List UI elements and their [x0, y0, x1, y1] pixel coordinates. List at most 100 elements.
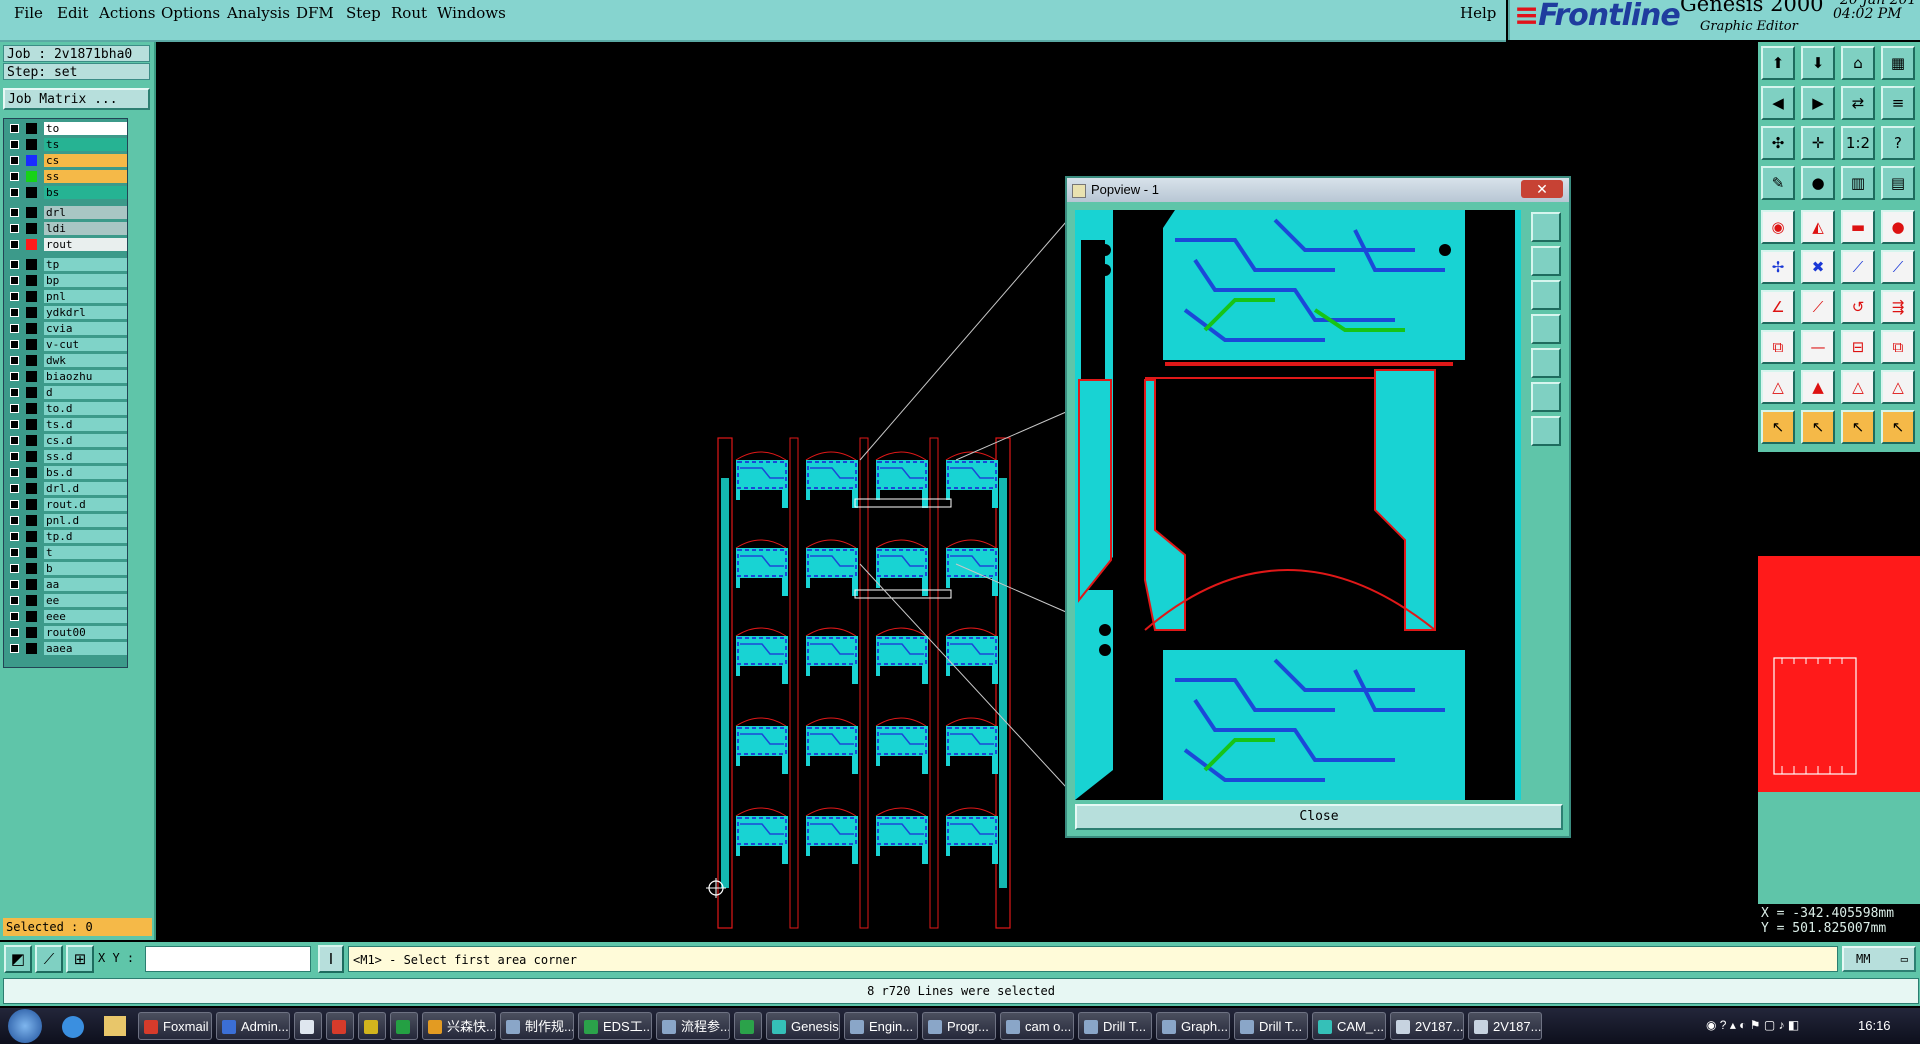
menu-analysis[interactable]: Analysis — [227, 4, 290, 22]
layer-row-pnl.d[interactable]: pnl.d — [6, 514, 127, 527]
toolbar-tool-4-0-icon[interactable]: ◉ — [1761, 210, 1795, 244]
layer-checkbox[interactable] — [10, 292, 19, 301]
menu-edit[interactable]: Edit — [57, 4, 88, 22]
layer-checkbox[interactable] — [10, 484, 19, 493]
toolbar-tool-4-2-icon[interactable]: ▬ — [1841, 210, 1875, 244]
layer-checkbox[interactable] — [10, 388, 19, 397]
layer-checkbox[interactable] — [10, 340, 19, 349]
layer-row-ts[interactable]: ts — [6, 138, 127, 151]
layer-checkbox[interactable] — [10, 124, 19, 133]
taskbar-item[interactable]: EDS工... — [578, 1012, 652, 1040]
toolbar-tool-5-3-icon[interactable]: ⟋ — [1881, 250, 1915, 284]
toolbar-tool-9-0-icon[interactable]: ↖ — [1761, 410, 1795, 444]
layer-row-rout00[interactable]: rout00 — [6, 626, 127, 639]
taskbar-item[interactable]: Genesis — [766, 1012, 840, 1040]
layer-checkbox[interactable] — [10, 452, 19, 461]
toolbar-tool-2-3-icon[interactable]: ? — [1881, 126, 1915, 160]
toolbar-tool-8-0-icon[interactable]: △ — [1761, 370, 1795, 404]
taskbar-item[interactable] — [294, 1012, 322, 1040]
taskbar-item[interactable] — [358, 1012, 386, 1040]
layer-row-drl.d[interactable]: drl.d — [6, 482, 127, 495]
toolbar-tool-8-2-icon[interactable]: △ — [1841, 370, 1875, 404]
layer-checkbox[interactable] — [10, 436, 19, 445]
layer-checkbox[interactable] — [10, 628, 19, 637]
grid-icon[interactable]: ⊞ — [66, 945, 94, 973]
menu-windows[interactable]: Windows — [437, 4, 506, 22]
layer-row-aa[interactable]: aa — [6, 578, 127, 591]
layer-row-biaozhu[interactable]: biaozhu — [6, 370, 127, 383]
layer-checkbox[interactable] — [10, 276, 19, 285]
layer-checkbox[interactable] — [10, 224, 19, 233]
job-matrix-button[interactable]: Job Matrix ... — [3, 88, 150, 110]
layer-row-to.d[interactable]: to.d — [6, 402, 127, 415]
toolbar-tool-5-0-icon[interactable]: ✢ — [1761, 250, 1795, 284]
toolbar-tool-0-3-icon[interactable]: ▦ — [1881, 46, 1915, 80]
toolbar-tool-9-1-icon[interactable]: ↖ — [1801, 410, 1835, 444]
layer-row-bp[interactable]: bp — [6, 274, 127, 287]
popview-zoom-in-icon[interactable] — [1531, 246, 1561, 276]
overview-map[interactable] — [1758, 556, 1920, 792]
toolbar-tool-2-1-icon[interactable]: ✛ — [1801, 126, 1835, 160]
toolbar-tool-1-2-icon[interactable]: ⇄ — [1841, 86, 1875, 120]
menu-rout[interactable]: Rout — [391, 4, 427, 22]
layer-checkbox[interactable] — [10, 308, 19, 317]
ie-icon[interactable] — [62, 1016, 84, 1038]
taskbar-item[interactable]: Graph... — [1156, 1012, 1230, 1040]
layer-row-bs[interactable]: bs — [6, 186, 127, 199]
layer-checkbox[interactable] — [10, 404, 19, 413]
taskbar-item[interactable]: CAM_... — [1312, 1012, 1386, 1040]
toolbar-tool-5-1-icon[interactable]: ✖ — [1801, 250, 1835, 284]
taskbar-item[interactable]: Progr... — [922, 1012, 996, 1040]
toolbar-tool-6-3-icon[interactable]: ⇶ — [1881, 290, 1915, 324]
toolbar-tool-7-0-icon[interactable]: ⧉ — [1761, 330, 1795, 364]
layer-row-v-cut[interactable]: v-cut — [6, 338, 127, 351]
layer-row-cs.d[interactable]: cs.d — [6, 434, 127, 447]
toolbar-tool-0-2-icon[interactable]: ⌂ — [1841, 46, 1875, 80]
xy-input[interactable] — [145, 946, 311, 972]
layer-row-to[interactable]: to — [6, 122, 127, 135]
layer-row-d[interactable]: d — [6, 386, 127, 399]
popview-titlebar[interactable]: Popview - 1 ✕ — [1067, 178, 1569, 202]
layer-row-dwk[interactable]: dwk — [6, 354, 127, 367]
layer-row-tp.d[interactable]: tp.d — [6, 530, 127, 543]
menu-file[interactable]: File — [14, 4, 43, 22]
folder-icon[interactable] — [104, 1016, 126, 1036]
layer-checkbox[interactable] — [10, 172, 19, 181]
taskbar-item[interactable]: 2V187... — [1390, 1012, 1464, 1040]
popview-zoom-home-icon[interactable] — [1531, 212, 1561, 242]
layer-checkbox[interactable] — [10, 156, 19, 165]
layer-row-b[interactable]: b — [6, 562, 127, 575]
layer-checkbox[interactable] — [10, 188, 19, 197]
menu-actions[interactable]: Actions — [99, 4, 155, 22]
layer-checkbox[interactable] — [10, 596, 19, 605]
popview-zoom-out-icon[interactable] — [1531, 280, 1561, 310]
layer-row-ee[interactable]: ee — [6, 594, 127, 607]
toolbar-tool-9-2-icon[interactable]: ↖ — [1841, 410, 1875, 444]
units-selector[interactable]: MM ▭ — [1842, 946, 1916, 972]
taskbar-item[interactable] — [734, 1012, 762, 1040]
taskbar-item[interactable]: 流程参... — [656, 1012, 730, 1040]
layer-row-drl[interactable]: drl — [6, 206, 127, 219]
popview-center-icon[interactable] — [1531, 416, 1561, 446]
toolbar-tool-3-1-icon[interactable]: ● — [1801, 166, 1835, 200]
layer-row-aaea[interactable]: aaea — [6, 642, 127, 655]
layer-checkbox[interactable] — [10, 516, 19, 525]
taskbar-item[interactable]: Foxmail — [138, 1012, 212, 1040]
toolbar-tool-7-3-icon[interactable]: ⧉ — [1881, 330, 1915, 364]
text-cursor-icon[interactable]: I — [318, 945, 344, 973]
taskbar-item[interactable] — [326, 1012, 354, 1040]
taskbar-item[interactable]: Admin... — [216, 1012, 290, 1040]
layer-row-cvia[interactable]: cvia — [6, 322, 127, 335]
taskbar-item[interactable] — [390, 1012, 418, 1040]
taskbar-item[interactable]: 制作规... — [500, 1012, 574, 1040]
menu-help[interactable]: Help — [1460, 4, 1496, 22]
taskbar-item[interactable]: Drill T... — [1078, 1012, 1152, 1040]
layer-checkbox[interactable] — [10, 208, 19, 217]
measure-icon[interactable]: ⟋ — [35, 945, 63, 973]
layer-row-bs.d[interactable]: bs.d — [6, 466, 127, 479]
toolbar-tool-4-3-icon[interactable]: ● — [1881, 210, 1915, 244]
layer-checkbox[interactable] — [10, 580, 19, 589]
toolbar-tool-9-3-icon[interactable]: ↖ — [1881, 410, 1915, 444]
layer-row-ss.d[interactable]: ss.d — [6, 450, 127, 463]
layer-checkbox[interactable] — [10, 140, 19, 149]
